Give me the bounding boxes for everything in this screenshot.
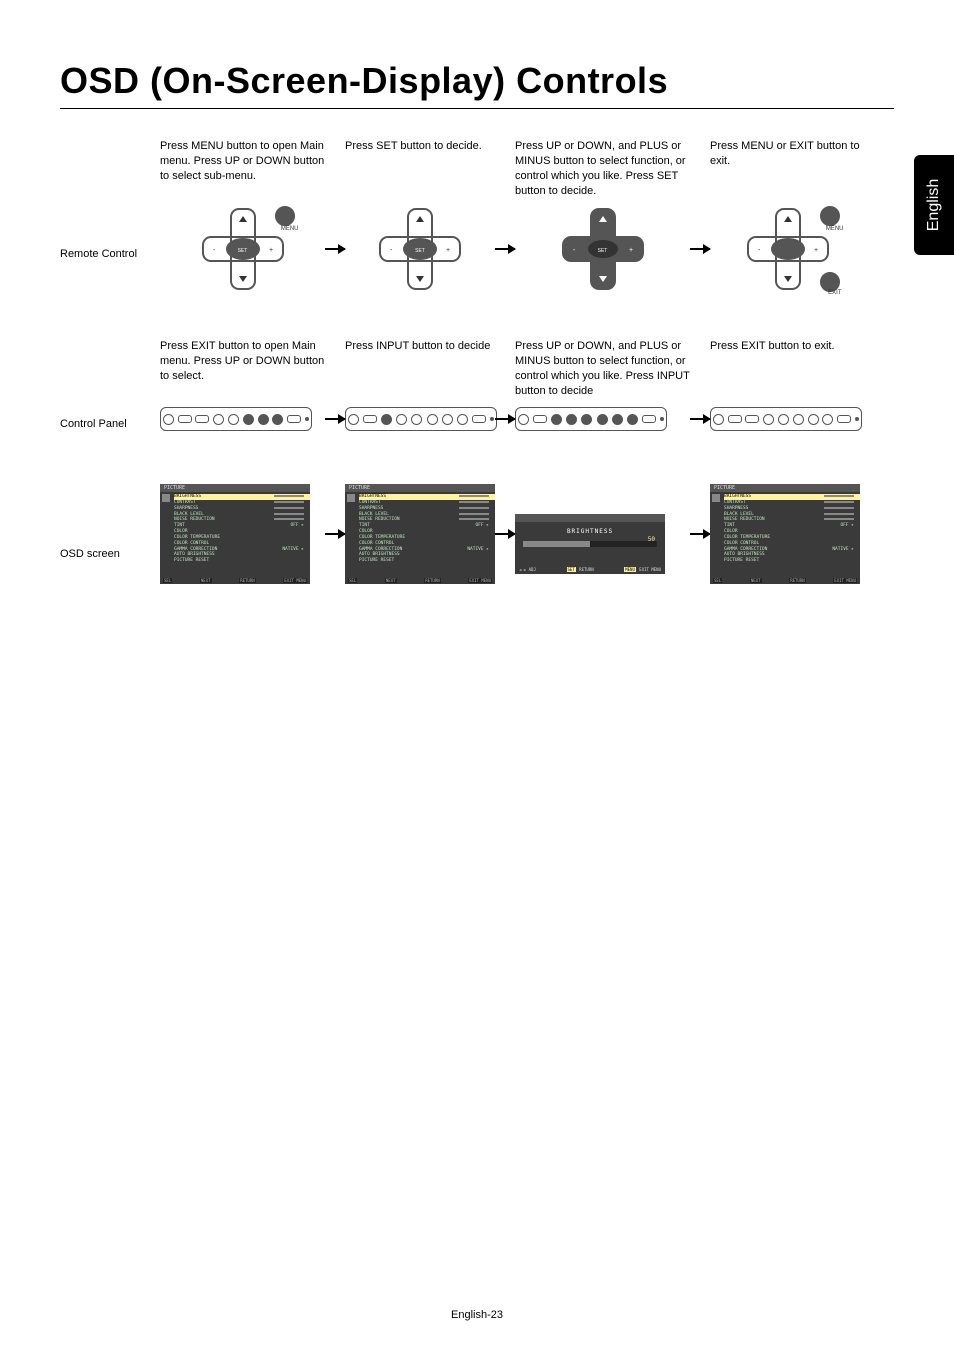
remote-diagram-3: - + SET	[515, 204, 690, 294]
set-label: SET	[598, 248, 608, 254]
panel-row-label: Control Panel	[60, 408, 160, 430]
control-panel-diagram-2	[345, 407, 495, 431]
menu-button-icon	[820, 206, 840, 226]
remote-step4: Press MENU or EXIT button to exit.	[710, 139, 865, 199]
osd-screen-1: PICTURE BRIGHTNESSCONTRASTSHARPNESSBLACK…	[160, 484, 325, 584]
arrow-icon	[325, 533, 345, 535]
exit-label: EXIT	[828, 290, 841, 296]
osd-screen-2: PICTURE BRIGHTNESSCONTRASTSHARPNESSBLACK…	[345, 484, 495, 584]
remote-diagram-4: - + MENU EXIT	[710, 204, 865, 294]
set-label: SET	[415, 248, 425, 254]
control-panel-diagram-4	[710, 407, 865, 431]
arrow-icon	[690, 418, 710, 420]
remote-diagram-1: - + MENU SET	[160, 204, 325, 294]
svg-text:+: +	[446, 247, 450, 254]
page-title: OSD (On-Screen-Display) Controls	[60, 60, 894, 102]
arrow-icon	[325, 248, 345, 250]
remote-step3: Press UP or DOWN, and PLUS or MINUS butt…	[515, 139, 690, 199]
control-panel-diagram-1	[160, 407, 325, 431]
svg-text:+: +	[629, 247, 633, 254]
remote-step2: Press SET button to decide.	[345, 139, 495, 199]
arrow-icon	[690, 533, 710, 535]
arrow-icon	[325, 418, 345, 420]
remote-row-label: Remote Control	[60, 238, 160, 260]
panel-step1: Press EXIT button to open Main menu. Pre…	[160, 339, 325, 399]
control-panel-diagram-3	[515, 407, 690, 431]
language-tab-label: English	[925, 179, 943, 231]
arrow-icon	[495, 418, 515, 420]
language-tab: English	[914, 155, 954, 255]
svg-text:-: -	[758, 247, 761, 254]
svg-text:-: -	[213, 247, 216, 254]
menu-label: MENU	[826, 226, 844, 232]
osd-row-label: OSD screen	[60, 508, 160, 560]
exit-button-icon	[820, 272, 840, 292]
osd-screen-4: PICTURE BRIGHTNESSCONTRASTSHARPNESSBLACK…	[710, 484, 865, 584]
arrow-icon	[495, 248, 515, 250]
osd-screen-3: BRIGHTNESS 50 ◄ ► ADJ SET RETURN MENU EX…	[515, 494, 690, 574]
page-number: English-23	[0, 1309, 954, 1321]
arrow-icon	[495, 533, 515, 535]
remote-diagram-2: - + SET	[345, 204, 495, 294]
set-label: SET	[238, 248, 248, 254]
panel-step3: Press UP or DOWN, and PLUS or MINUS butt…	[515, 339, 690, 399]
panel-step2: Press INPUT button to decide	[345, 339, 495, 399]
svg-text:+: +	[269, 247, 273, 254]
arrow-icon	[690, 248, 710, 250]
menu-label: MENU	[281, 226, 299, 232]
svg-text:+: +	[814, 247, 818, 254]
menu-button-icon	[275, 206, 295, 226]
remote-step1: Press MENU button to open Main menu. Pre…	[160, 139, 325, 199]
title-rule	[60, 108, 894, 109]
panel-step4: Press EXIT button to exit.	[710, 339, 865, 399]
svg-text:-: -	[390, 247, 393, 254]
